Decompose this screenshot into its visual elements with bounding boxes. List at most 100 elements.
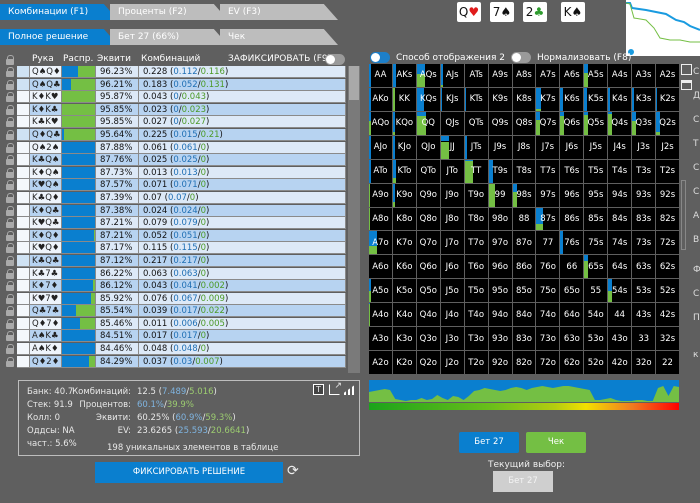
grid-cell[interactable]: KQo bbox=[392, 111, 416, 135]
row-checkbox[interactable] bbox=[17, 343, 30, 356]
grid-cell[interactable]: 85o bbox=[512, 279, 536, 303]
grid-cell[interactable]: 43s bbox=[632, 303, 656, 327]
grid-cell[interactable]: A7s bbox=[536, 64, 560, 87]
grid-cell[interactable]: 42o bbox=[608, 351, 632, 374]
tab-percents[interactable]: Проценты (F2) bbox=[110, 4, 228, 20]
table-row[interactable]: Q♦7♦ 85.46% 0.011 (0.006/0.005) bbox=[0, 317, 346, 331]
grid-cell[interactable]: J9o bbox=[440, 183, 464, 207]
grid-cell[interactable]: 92o bbox=[488, 351, 512, 374]
row-checkbox[interactable] bbox=[17, 116, 30, 129]
table-row[interactable]: K♥Q♣ 87.21% 0.079 (0.079/0) bbox=[0, 217, 346, 230]
lock-icon[interactable] bbox=[4, 141, 16, 154]
grid-cell[interactable]: QTo bbox=[416, 159, 440, 183]
grid-cell[interactable]: Q8s bbox=[512, 111, 536, 135]
grid-cell[interactable]: J8o bbox=[440, 207, 464, 231]
grid-cell[interactable]: J3o bbox=[440, 327, 464, 351]
grid-cell[interactable]: K4s bbox=[608, 87, 632, 111]
grid-cell[interactable]: AA bbox=[369, 64, 392, 87]
grid-cell[interactable]: K5s bbox=[584, 87, 608, 111]
grid-cell[interactable]: 83s bbox=[632, 207, 656, 231]
lock-icon[interactable] bbox=[4, 103, 16, 116]
grid-cell[interactable]: 95o bbox=[488, 279, 512, 303]
table-row[interactable]: K♣Q♦ 87.39% 0.07 (0.07/0) bbox=[0, 191, 346, 205]
table-row[interactable]: K♦K♣ 95.85% 0.023 (0/0.023) bbox=[0, 103, 346, 117]
refresh-icon[interactable]: ⟳ bbox=[287, 463, 299, 479]
grid-cell[interactable]: JJ bbox=[440, 135, 464, 159]
lock-icon[interactable] bbox=[4, 242, 16, 255]
grid-cell[interactable]: 53s bbox=[632, 279, 656, 303]
lock-icon[interactable] bbox=[4, 154, 16, 167]
grid-cell[interactable]: K6s bbox=[560, 87, 584, 111]
grid-cell[interactable]: 64o bbox=[560, 303, 584, 327]
grid-cell[interactable]: A5o bbox=[369, 279, 392, 303]
minimize-icon[interactable] bbox=[681, 80, 692, 90]
grid-cell[interactable]: A3s bbox=[632, 64, 656, 87]
grid-cell[interactable]: KTs bbox=[464, 87, 488, 111]
grid-cell[interactable]: 55 bbox=[584, 279, 608, 303]
grid-cell[interactable]: A9s bbox=[488, 64, 512, 87]
grid-cell[interactable]: T4o bbox=[464, 303, 488, 327]
table-row[interactable]: Q♦Q♣ 95.64% 0.225 (0.015/0.21) bbox=[0, 128, 346, 142]
grid-cell[interactable]: 83o bbox=[512, 327, 536, 351]
table-row[interactable]: K♥Q♠ 87.57% 0.071 (0.071/0) bbox=[0, 179, 346, 192]
lock-icon[interactable] bbox=[4, 217, 16, 230]
tab-ev[interactable]: EV (F3) bbox=[220, 4, 338, 20]
grid-cell[interactable]: T2s bbox=[656, 159, 679, 183]
grid-cell[interactable]: 87o bbox=[512, 231, 536, 255]
grid-cell[interactable]: 96o bbox=[488, 255, 512, 279]
header-hand[interactable]: Рука bbox=[32, 54, 54, 64]
grid-cell[interactable]: K3o bbox=[392, 327, 416, 351]
row-checkbox[interactable] bbox=[17, 66, 30, 78]
row-checkbox[interactable] bbox=[17, 191, 30, 204]
grid-cell[interactable]: K5o bbox=[392, 279, 416, 303]
grid-cell[interactable]: 84s bbox=[608, 207, 632, 231]
grid-cell[interactable]: 42s bbox=[656, 303, 679, 327]
lock-icon[interactable] bbox=[4, 317, 16, 330]
grid-cell[interactable]: A7o bbox=[369, 231, 392, 255]
current-choice-button[interactable]: Бет 27 bbox=[493, 471, 553, 492]
grid-cell[interactable]: T8o bbox=[464, 207, 488, 231]
grid-cell[interactable]: KTo bbox=[392, 159, 416, 183]
grid-cell[interactable]: Q3s bbox=[632, 111, 656, 135]
grid-cell[interactable]: QQ bbox=[416, 111, 440, 135]
grid-cell[interactable]: 98o bbox=[488, 207, 512, 231]
lock-icon[interactable] bbox=[4, 204, 16, 217]
tab-full-solution[interactable]: Полное решение bbox=[0, 29, 118, 45]
grid-cell[interactable]: KQs bbox=[416, 87, 440, 111]
grid-cell[interactable]: A6s bbox=[560, 64, 584, 87]
grid-cell[interactable]: 63s bbox=[632, 255, 656, 279]
grid-cell[interactable]: T5o bbox=[464, 279, 488, 303]
table-scrollbar[interactable] bbox=[348, 66, 360, 373]
grid-cell[interactable]: Q4s bbox=[608, 111, 632, 135]
grid-cell[interactable]: AKs bbox=[392, 64, 416, 87]
grid-cell[interactable]: K9o bbox=[392, 183, 416, 207]
grid-cell[interactable]: A2s bbox=[656, 64, 679, 87]
grid-cell[interactable]: K9s bbox=[488, 87, 512, 111]
header-dist[interactable]: Распр. bbox=[63, 54, 93, 64]
grid-cell[interactable]: 98s bbox=[512, 183, 536, 207]
grid-cell[interactable]: A2o bbox=[369, 351, 392, 374]
grid-cell[interactable]: J8s bbox=[512, 135, 536, 159]
fix-solution-button[interactable]: ФИКСИРОВАТЬ РЕШЕНИЕ bbox=[95, 462, 283, 483]
grid-cell[interactable]: 86o bbox=[512, 255, 536, 279]
lock-icon[interactable] bbox=[4, 330, 16, 343]
tab-check[interactable]: Чек bbox=[220, 29, 338, 45]
grid-cell[interactable]: 62s bbox=[656, 255, 679, 279]
grid-cell[interactable]: 66 bbox=[560, 255, 584, 279]
lock-icon[interactable] bbox=[4, 91, 16, 104]
normalize-toggle[interactable] bbox=[511, 52, 531, 63]
grid-cell[interactable]: 65s bbox=[584, 255, 608, 279]
grid-cell[interactable]: 54s bbox=[608, 279, 632, 303]
lock-icon[interactable] bbox=[4, 78, 16, 91]
grid-cell[interactable]: A4s bbox=[608, 64, 632, 87]
grid-cell[interactable]: QJs bbox=[440, 111, 464, 135]
grid-cell[interactable]: A3o bbox=[369, 327, 392, 351]
grid-cell[interactable]: K8s bbox=[512, 87, 536, 111]
grid-cell[interactable]: AQs bbox=[416, 64, 440, 87]
grid-cell[interactable]: 32o bbox=[632, 351, 656, 374]
grid-cell[interactable]: 43o bbox=[608, 327, 632, 351]
grid-cell[interactable]: KK bbox=[392, 87, 416, 111]
grid-cell[interactable]: T6s bbox=[560, 159, 584, 183]
table-row[interactable]: Q♣7♣ 85.54% 0.039 (0.017/0.022) bbox=[0, 305, 346, 318]
grid-cell[interactable]: 94s bbox=[608, 183, 632, 207]
